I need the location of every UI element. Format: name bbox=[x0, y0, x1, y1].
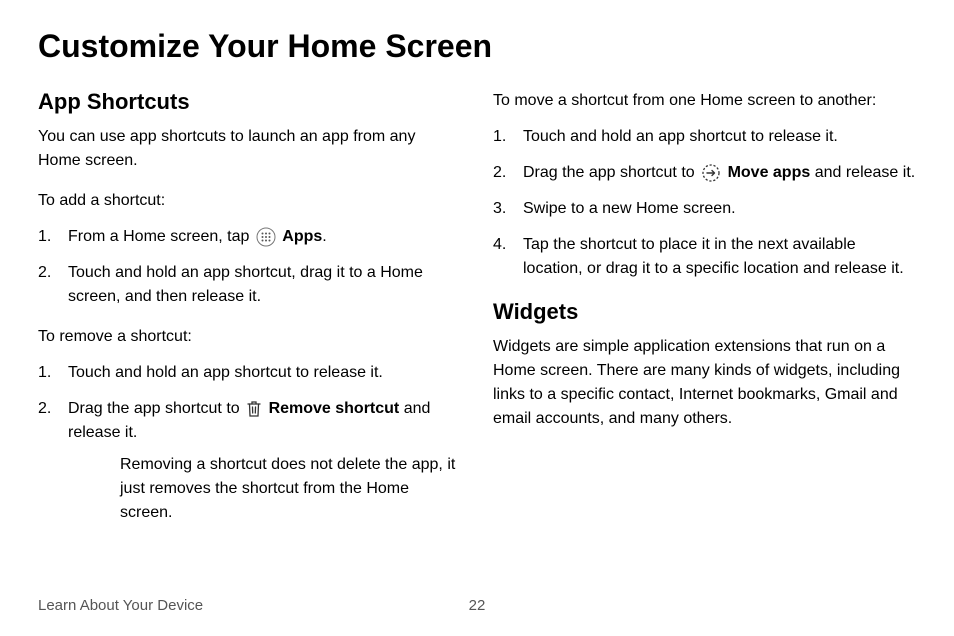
move-step-2-bold: Move apps bbox=[728, 164, 811, 181]
add-step-1-post: . bbox=[322, 228, 326, 245]
widgets-heading: Widgets bbox=[493, 299, 916, 325]
left-column: App Shortcuts You can use app shortcuts … bbox=[38, 89, 461, 541]
page-title: Customize Your Home Screen bbox=[38, 28, 916, 65]
remove-step-1: Touch and hold an app shortcut to releas… bbox=[38, 361, 461, 385]
remove-note: Removing a shortcut does not delete the … bbox=[120, 453, 461, 525]
app-shortcuts-intro: You can use app shortcuts to launch an a… bbox=[38, 125, 461, 173]
page-footer: Learn About Your Device 22 bbox=[38, 597, 916, 614]
move-step-2: Drag the app shortcut to Move apps and r… bbox=[493, 161, 916, 185]
app-shortcuts-heading: App Shortcuts bbox=[38, 89, 461, 115]
remove-step-2: Drag the app shortcut to Remove shortcut… bbox=[38, 397, 461, 525]
add-shortcut-steps: From a Home screen, tap Apps. Touch and … bbox=[38, 225, 461, 309]
move-step-3: Swipe to a new Home screen. bbox=[493, 197, 916, 221]
move-shortcut-lead: To move a shortcut from one Home screen … bbox=[493, 89, 916, 113]
remove-shortcut-lead: To remove a shortcut: bbox=[38, 325, 461, 349]
move-apps-icon bbox=[701, 163, 721, 183]
add-step-2: Touch and hold an app shortcut, drag it … bbox=[38, 261, 461, 309]
add-step-1-bold: Apps bbox=[282, 228, 322, 245]
move-step-4: Tap the shortcut to place it in the next… bbox=[493, 233, 916, 281]
remove-step-2-bold: Remove shortcut bbox=[269, 400, 400, 417]
widgets-body: Widgets are simple application extension… bbox=[493, 335, 916, 431]
footer-page-number: 22 bbox=[469, 597, 486, 614]
move-step-1: Touch and hold an app shortcut to releas… bbox=[493, 125, 916, 149]
move-step-2-post: and release it. bbox=[810, 164, 915, 181]
add-step-1-pre: From a Home screen, tap bbox=[68, 228, 254, 245]
right-column: To move a shortcut from one Home screen … bbox=[493, 89, 916, 541]
add-step-1: From a Home screen, tap Apps. bbox=[38, 225, 461, 249]
remove-shortcut-steps: Touch and hold an app shortcut to releas… bbox=[38, 361, 461, 525]
trash-icon bbox=[246, 400, 262, 418]
add-shortcut-lead: To add a shortcut: bbox=[38, 189, 461, 213]
content-columns: App Shortcuts You can use app shortcuts … bbox=[38, 89, 916, 541]
move-step-2-pre: Drag the app shortcut to bbox=[523, 164, 699, 181]
footer-section: Learn About Your Device bbox=[38, 597, 203, 614]
apps-grid-icon bbox=[256, 227, 276, 247]
move-shortcut-steps: Touch and hold an app shortcut to releas… bbox=[493, 125, 916, 281]
remove-step-2-pre: Drag the app shortcut to bbox=[68, 400, 244, 417]
